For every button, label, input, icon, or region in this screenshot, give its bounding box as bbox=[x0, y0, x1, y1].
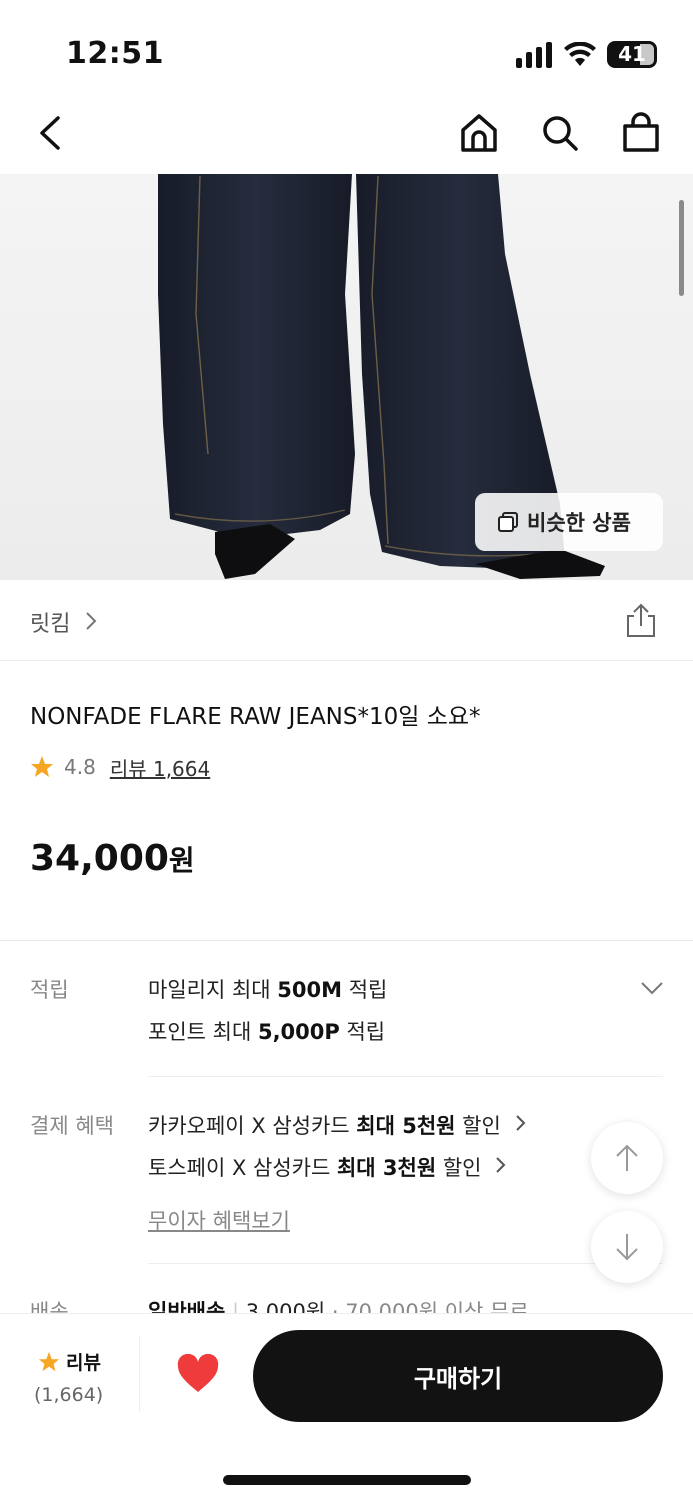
no-interest-link[interactable]: 무이자 혜택보기 bbox=[148, 1205, 290, 1235]
price: 34,000원 bbox=[30, 838, 195, 879]
brand-link[interactable]: 릿킴 bbox=[30, 606, 70, 638]
star-icon bbox=[38, 1351, 60, 1371]
search-icon[interactable] bbox=[540, 112, 580, 154]
cart-icon[interactable] bbox=[621, 112, 661, 154]
rating-score: 4.8 bbox=[64, 755, 96, 779]
scroll-indicator bbox=[679, 200, 684, 296]
review-label: 리뷰 bbox=[66, 1352, 101, 1374]
review-summary-button[interactable]: 리뷰 (1,664) bbox=[24, 1336, 140, 1412]
review-count: (1,664) bbox=[34, 1384, 104, 1406]
buy-button[interactable]: 구매하기 bbox=[253, 1330, 663, 1422]
divider bbox=[148, 1263, 663, 1264]
back-icon[interactable] bbox=[30, 112, 70, 154]
brand-row: 릿킴 bbox=[0, 580, 693, 661]
product-title: NONFADE FLARE RAW JEANS*10일 소요* bbox=[30, 704, 481, 730]
divider bbox=[148, 1076, 663, 1077]
scroll-down-button[interactable] bbox=[591, 1211, 663, 1283]
chevron-right-icon bbox=[515, 1115, 525, 1131]
arrow-up-icon bbox=[616, 1144, 638, 1171]
rating-row: 4.8 리뷰 1,664 bbox=[30, 753, 210, 781]
reward-mileage: 마일리지 최대 500M 적립 bbox=[148, 978, 388, 1002]
cellular-signal-icon bbox=[516, 42, 552, 68]
battery-icon: 41 bbox=[607, 41, 657, 68]
review-link[interactable]: 리뷰 1,664 bbox=[110, 753, 210, 782]
status-time: 12:51 bbox=[66, 36, 164, 71]
tosspay-benefit[interactable]: 토스페이 X 삼성카드 최대 3천원 할인 bbox=[148, 1152, 508, 1182]
home-indicator bbox=[223, 1475, 471, 1485]
kakaopay-benefit[interactable]: 카카오페이 X 삼성카드 최대 5천원 할인 bbox=[148, 1110, 528, 1140]
chevron-right-icon bbox=[86, 612, 97, 630]
scroll-up-button[interactable] bbox=[591, 1122, 663, 1194]
star-icon bbox=[31, 756, 53, 777]
reward-label: 적립 bbox=[30, 978, 69, 1002]
reward-point: 포인트 최대 5,000P 적립 bbox=[148, 1020, 386, 1044]
price-unit: 원 bbox=[168, 844, 195, 877]
home-icon[interactable] bbox=[459, 112, 499, 154]
price-value: 34,000 bbox=[30, 838, 169, 879]
status-bar: 12:51 41 bbox=[0, 0, 693, 100]
review-label-row: 리뷰 bbox=[38, 1348, 101, 1375]
battery-level: 41 bbox=[618, 42, 646, 66]
divider bbox=[0, 940, 693, 941]
similar-products-label: 비슷한 상품 bbox=[527, 511, 631, 535]
copy-icon bbox=[498, 512, 518, 532]
chevron-right-icon bbox=[496, 1157, 506, 1173]
payment-benefit-label: 결제 혜택 bbox=[30, 1114, 114, 1138]
chevron-down-icon[interactable] bbox=[640, 980, 664, 996]
share-icon[interactable] bbox=[624, 602, 658, 638]
heart-icon[interactable] bbox=[176, 1354, 220, 1394]
arrow-down-icon bbox=[616, 1234, 638, 1261]
wifi-icon bbox=[564, 42, 596, 66]
nav-bar bbox=[0, 100, 693, 174]
similar-products-button[interactable]: 비슷한 상품 bbox=[475, 493, 663, 551]
